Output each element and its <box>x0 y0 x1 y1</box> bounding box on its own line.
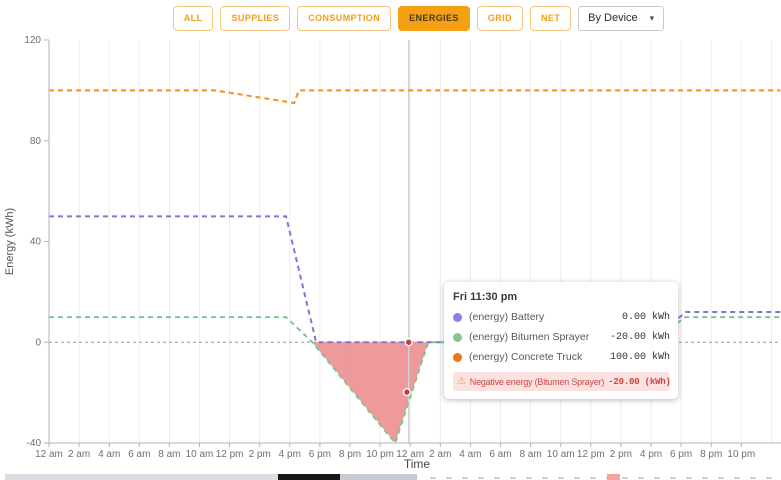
svg-text:-40: -40 <box>27 438 42 449</box>
tooltip-row-concrete-truck: (energy) Concrete Truck 100.00 kWh <box>453 351 670 363</box>
scrubber-thumb[interactable] <box>278 474 340 480</box>
svg-text:4 pm: 4 pm <box>640 449 662 460</box>
scrubber-tail <box>340 474 417 480</box>
filter-button-supplies[interactable]: SUPPLIES <box>220 6 290 31</box>
svg-text:8 am: 8 am <box>158 449 180 460</box>
clipped-dashes <box>430 477 778 479</box>
svg-text:6 pm: 6 pm <box>309 449 331 460</box>
filter-button-all[interactable]: ALL <box>173 6 214 31</box>
energy-dashboard: ALL SUPPLIES CONSUMPTION ENERGIES GRID N… <box>0 0 781 480</box>
chart-tooltip: Fri 11:30 pm (energy) Battery 0.00 kWh (… <box>444 282 678 399</box>
svg-text:12 am: 12 am <box>35 449 63 460</box>
filter-button-grid[interactable]: GRID <box>477 6 523 31</box>
svg-text:4 pm: 4 pm <box>279 449 301 460</box>
svg-text:4 am: 4 am <box>98 449 120 460</box>
tooltip-value: -20.00 kWh <box>610 332 670 343</box>
svg-text:4 am: 4 am <box>459 449 481 460</box>
svg-text:2 pm: 2 pm <box>249 449 271 460</box>
svg-text:40: 40 <box>30 237 42 248</box>
svg-text:10 am: 10 am <box>186 449 214 460</box>
hover-dot <box>405 339 412 346</box>
svg-text:2 am: 2 am <box>68 449 90 460</box>
warning-text: Negative energy (Bitumen Sprayer) <box>470 377 604 387</box>
tooltip-label: (energy) Concrete Truck <box>469 351 582 363</box>
tooltip-label: (energy) Battery <box>469 311 544 323</box>
tooltip-label: (energy) Bitumen Sprayer <box>469 331 589 343</box>
series-line-energy-concrete-truck <box>49 90 780 103</box>
bitumen-sprayer-series-dot-icon <box>453 333 462 342</box>
y-axis-title: Energy (kWh) <box>4 208 16 275</box>
hover-dot <box>403 389 410 396</box>
svg-text:12 pm: 12 pm <box>216 449 244 460</box>
filter-button-net[interactable]: NET <box>530 6 571 31</box>
filter-button-energies[interactable]: ENERGIES <box>398 6 470 31</box>
tooltip-row-battery: (energy) Battery 0.00 kWh <box>453 311 670 323</box>
svg-text:2 am: 2 am <box>429 449 451 460</box>
svg-text:8 pm: 8 pm <box>339 449 361 460</box>
svg-text:10 pm: 10 pm <box>366 449 394 460</box>
chart-toolbar: ALL SUPPLIES CONSUMPTION ENERGIES GRID N… <box>0 6 781 31</box>
filter-button-consumption[interactable]: CONSUMPTION <box>297 6 391 31</box>
warning-value: -20.00 (kWh) <box>608 377 670 387</box>
energy-chart[interactable]: -400408012012 am2 am4 am6 am8 am10 am12 … <box>0 0 781 472</box>
svg-text:80: 80 <box>30 136 42 147</box>
negative-energy-warning: ⚠ Negative energy (Bitumen Sprayer) -20.… <box>453 372 670 391</box>
chevron-down-icon: ▾ <box>650 13 655 24</box>
tooltip-value: 100.00 kWh <box>610 352 670 363</box>
concrete-truck-series-dot-icon <box>453 353 462 362</box>
svg-text:10 am: 10 am <box>547 449 575 460</box>
tooltip-value: 0.00 kWh <box>622 312 670 323</box>
warning-icon: ⚠ <box>457 376 466 387</box>
clipped-pink-marker <box>607 474 620 480</box>
battery-series-dot-icon <box>453 313 462 322</box>
x-axis-title: Time <box>404 457 431 471</box>
tooltip-row-bitumen-sprayer: (energy) Bitumen Sprayer -20.00 kWh <box>453 331 670 343</box>
svg-text:0: 0 <box>35 337 41 348</box>
device-selector-dropdown[interactable]: By Device ▾ <box>578 6 664 31</box>
svg-text:8 am: 8 am <box>519 449 541 460</box>
svg-text:6 pm: 6 pm <box>670 449 692 460</box>
device-selector-value: By Device <box>588 12 638 25</box>
svg-text:8 pm: 8 pm <box>700 449 722 460</box>
svg-text:10 pm: 10 pm <box>727 449 755 460</box>
svg-text:120: 120 <box>24 35 41 46</box>
tooltip-timestamp: Fri 11:30 pm <box>453 291 670 303</box>
svg-text:2 pm: 2 pm <box>610 449 632 460</box>
svg-text:6 am: 6 am <box>128 449 150 460</box>
svg-text:6 am: 6 am <box>489 449 511 460</box>
svg-text:12 pm: 12 pm <box>577 449 605 460</box>
